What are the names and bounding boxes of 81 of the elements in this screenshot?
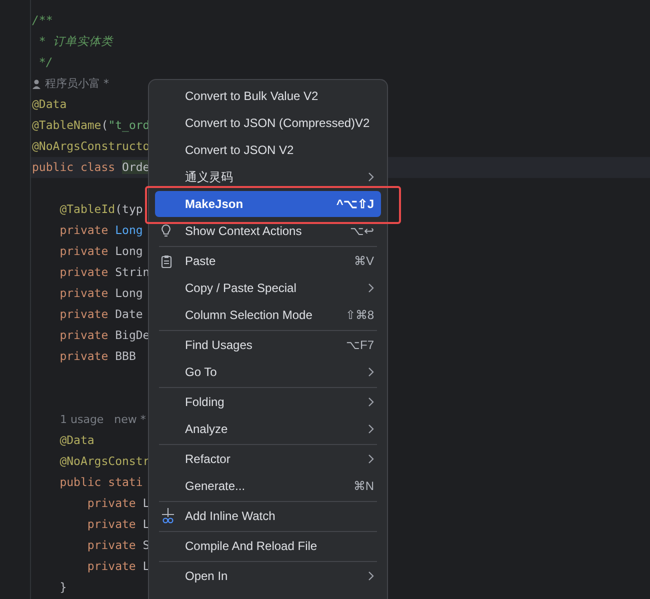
menu-label: Analyze	[185, 422, 229, 436]
menu-label: Copy / Paste Special	[185, 281, 298, 295]
menu-item[interactable]: Convert to JSON (Compressed)V2	[155, 110, 381, 136]
shortcut-text: ⌥↩	[350, 224, 374, 238]
menu-label: Column Selection Mode	[185, 308, 314, 322]
menu-item[interactable]: Find Usages ⌥F7	[155, 332, 381, 358]
menu-label: Convert to JSON (Compressed)V2	[185, 116, 371, 130]
code-comment: * 订单实体类	[38, 34, 113, 48]
person-icon	[32, 78, 41, 88]
code-keyword: private	[58, 307, 110, 321]
code-annotation: @NoArgsConstr	[58, 454, 150, 468]
code-text: BigDe	[115, 328, 150, 342]
menu-label: 通义灵码	[185, 168, 234, 186]
menu-label: Go To	[185, 365, 218, 379]
code-annotation: @Data	[32, 97, 67, 111]
add-watch-icon	[161, 508, 175, 524]
menu-label: Show Context Actions	[185, 224, 303, 238]
code-text: Date	[115, 307, 143, 321]
menu-item[interactable]: Convert to Bulk Value V2	[155, 83, 381, 109]
code-keyword: private	[86, 496, 137, 510]
menu-label: Find Usages	[185, 338, 254, 352]
code-keyword: public stati	[58, 475, 143, 489]
code-text: Long	[115, 244, 143, 258]
menu-item[interactable]: Open In	[155, 563, 381, 589]
code-keyword: private	[58, 223, 110, 237]
code-text: BBB	[115, 349, 136, 363]
menu-item[interactable]: MakeJson ^⌥⇧J	[155, 191, 381, 217]
menu-item[interactable]: Copy / Paste Special	[155, 275, 381, 301]
menu-label: MakeJson	[185, 197, 244, 211]
code-annotation: @TableId	[58, 202, 116, 216]
shortcut-text: ^⌥⇧J	[336, 197, 374, 211]
menu-item[interactable]: Add Inline Watch	[155, 503, 381, 529]
code-text: }	[58, 580, 67, 594]
menu-item[interactable]: Folding	[155, 389, 381, 415]
menu-label: Folding	[185, 395, 226, 409]
code-type: Long	[115, 223, 143, 237]
code-text: (	[101, 118, 108, 132]
menu-label: Generate...	[185, 479, 246, 493]
code-keyword: private	[86, 538, 137, 552]
code-keyword: private	[58, 349, 110, 363]
menu-item[interactable]: Convert to JSON V2	[155, 137, 381, 163]
shortcut-text: ⌘V	[354, 254, 374, 268]
menu-item[interactable]: Compile And Reload File	[155, 533, 381, 559]
clipboard-icon	[161, 254, 172, 268]
code-keyword: private	[58, 244, 110, 258]
menu-item[interactable]: Column Selection Mode ⇧⌘8	[155, 302, 381, 328]
menu-item[interactable]: Paste ⌘V	[155, 248, 381, 274]
code-text: Strin	[115, 265, 150, 279]
menu-item[interactable]: Analyze	[155, 416, 381, 442]
code-annotation: @TableName	[32, 118, 102, 132]
inlay-hint[interactable]: 1 usage new *	[60, 409, 146, 430]
shortcut-text: ⇧⌘8	[345, 308, 374, 322]
code-keyword: private	[58, 286, 110, 300]
menu-item[interactable]: Show Context Actions ⌥↩	[155, 218, 381, 244]
menu-item[interactable]: 通义灵码	[155, 164, 381, 190]
menu-label: Convert to JSON V2	[185, 143, 295, 157]
bulb-icon	[161, 224, 171, 238]
code-text: Long	[115, 286, 143, 300]
code-comment: */	[38, 55, 53, 69]
inlay-hint[interactable]: 程序员小富 *	[45, 73, 109, 94]
shortcut-text: ⌥F7	[346, 338, 374, 352]
code-keyword: private	[86, 517, 137, 531]
menu-label: Open In	[185, 569, 229, 583]
code-text: (typ	[115, 202, 143, 216]
menu-label: Add Inline Watch	[185, 509, 276, 523]
menu-label: Convert to Bulk Value V2	[185, 89, 320, 103]
menu-item[interactable]: Refactor	[155, 446, 381, 472]
menu-label: Paste	[185, 254, 217, 268]
code-keyword: private	[58, 265, 110, 279]
shortcut-text: ⌘N	[353, 479, 374, 493]
code-keyword: public class	[32, 160, 116, 174]
code-comment: /**	[32, 13, 53, 27]
menu-label: Refactor	[185, 452, 232, 466]
menu-item[interactable]: Generate... ⌘N	[155, 473, 381, 499]
code-annotation: @NoArgsConstructo	[32, 139, 150, 153]
code-annotation: @Data	[58, 433, 94, 447]
menu-label: Compile And Reload File	[185, 539, 318, 553]
menu-item[interactable]: Go To	[155, 359, 381, 385]
code-highlight: Orde	[122, 160, 150, 174]
code-keyword: private	[86, 559, 137, 573]
code-keyword: private	[58, 328, 110, 342]
